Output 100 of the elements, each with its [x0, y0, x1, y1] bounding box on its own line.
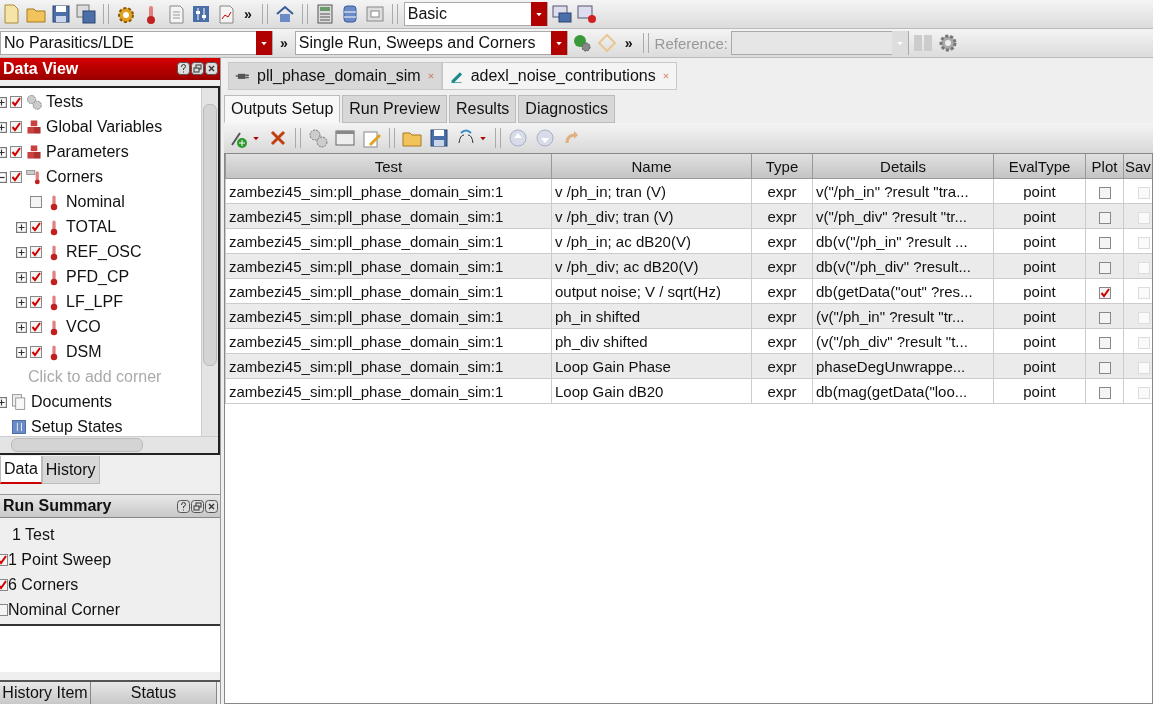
cubes-icon — [25, 143, 43, 162]
checkbox[interactable] — [10, 171, 22, 184]
table-cell: ph_div shifted — [551, 328, 752, 354]
table-cell: expr — [751, 178, 813, 204]
view-tab[interactable]: Outputs Setup — [224, 95, 341, 123]
close-icon[interactable] — [205, 499, 218, 513]
save-as-icon[interactable] — [75, 3, 97, 25]
tree-item[interactable]: DSM — [66, 343, 102, 362]
table-cell: (v("/ph_div" ?result "t... — [812, 328, 994, 354]
expand-icon[interactable] — [16, 346, 27, 358]
help-icon[interactable] — [177, 62, 190, 76]
column-header[interactable]: History Item — [0, 682, 91, 704]
tree-item[interactable]: Global Variables — [46, 118, 163, 137]
expand-icon[interactable] — [16, 246, 27, 258]
table-cell: zambezi45_sim:pll_phase_domain_sim:1 — [225, 178, 552, 204]
table-cell: db(v("/ph_div" ?result... — [812, 253, 994, 279]
checkbox[interactable] — [1098, 361, 1111, 374]
tree-item[interactable]: REF_OSC — [66, 243, 142, 262]
checkbox[interactable] — [30, 221, 42, 234]
checkbox[interactable] — [10, 96, 22, 109]
table-icon[interactable] — [334, 127, 356, 149]
mode-dropdown[interactable]: Basic — [403, 2, 548, 26]
documents-icon — [10, 393, 28, 412]
table-cell: v /ph_div; ac dB20(V) — [551, 253, 752, 279]
expand-icon[interactable] — [16, 296, 27, 308]
float-icon[interactable] — [191, 62, 204, 76]
column-header[interactable]: Type — [751, 154, 813, 179]
overflow-chevron[interactable]: » — [240, 6, 256, 22]
tree-item[interactable]: Parameters — [46, 143, 129, 162]
tree-item[interactable]: Corners — [46, 168, 103, 187]
view-tab[interactable]: Results — [449, 95, 517, 123]
checkbox[interactable] — [1098, 336, 1111, 349]
document-tab[interactable]: pll_phase_domain_sim — [228, 62, 442, 90]
panel-tab[interactable]: History — [41, 456, 100, 484]
checkbox[interactable] — [30, 246, 42, 259]
vertical-scrollbar[interactable] — [201, 87, 218, 437]
overflow-chevron[interactable]: » — [276, 35, 292, 51]
expand-icon[interactable] — [16, 221, 27, 233]
summary-item: 1 Point Sweep — [8, 550, 112, 569]
checkbox[interactable] — [1098, 311, 1111, 324]
column-header[interactable]: Test — [225, 154, 552, 179]
checkbox[interactable] — [1098, 261, 1111, 274]
checkbox[interactable] — [30, 196, 42, 209]
checkbox[interactable] — [30, 346, 42, 359]
parasitics-dropdown[interactable]: No Parasitics/LDE — [0, 31, 273, 55]
view-tab[interactable]: Diagnostics — [518, 95, 616, 123]
table-cell: phaseDegUnwrappe... — [812, 353, 994, 379]
expand-icon[interactable] — [16, 321, 27, 333]
checkbox[interactable] — [30, 271, 42, 284]
checkbox[interactable] — [0, 578, 8, 591]
checkbox[interactable] — [30, 321, 42, 334]
column-header[interactable]: Details — [812, 154, 994, 179]
checkbox[interactable] — [30, 296, 42, 309]
run-mode-dropdown[interactable]: Single Run, Sweeps and Corners — [294, 31, 568, 55]
column-header[interactable]: EvalType — [993, 154, 1086, 179]
sliders-icon[interactable] — [190, 3, 212, 25]
tree-item[interactable]: Setup States — [31, 418, 123, 437]
float-icon[interactable] — [191, 499, 204, 513]
table-cell: zambezi45_sim:pll_phase_domain_sim:1 — [225, 228, 552, 254]
column-header[interactable]: Status — [91, 682, 217, 704]
column-header[interactable]: Name — [551, 154, 752, 179]
checkbox[interactable] — [0, 553, 8, 566]
table-cell: v("/ph_in" ?result "tra... — [812, 178, 994, 204]
overflow-chevron[interactable]: » — [620, 35, 637, 51]
windows-icon[interactable] — [550, 3, 573, 25]
save-icon[interactable] — [428, 127, 450, 149]
table-cell: output noise; V / sqrt(Hz) — [551, 278, 752, 304]
horizontal-scrollbar[interactable] — [0, 436, 218, 454]
checkbox[interactable] — [1098, 286, 1111, 299]
gears-icon[interactable] — [307, 127, 329, 149]
checkbox[interactable] — [0, 603, 8, 616]
checkbox[interactable] — [10, 121, 22, 134]
tree-item[interactable]: Nominal — [66, 193, 125, 212]
tree-item[interactable]: Documents — [31, 393, 112, 412]
column-header[interactable]: Sav — [1123, 154, 1152, 179]
checkbox[interactable] — [1098, 211, 1111, 224]
checkbox[interactable] — [1098, 236, 1111, 249]
table-cell: point — [993, 203, 1086, 229]
tree-item[interactable]: PFD_CP — [66, 268, 130, 287]
checkbox[interactable] — [1098, 386, 1111, 399]
table-cell: v /ph_in; tran (V) — [551, 178, 752, 204]
table-cell: expr — [751, 228, 813, 254]
table-cell: Loop Gain Phase — [551, 353, 752, 379]
tree-item[interactable]: TOTAL — [66, 218, 117, 237]
tree-item[interactable]: Tests — [46, 93, 84, 112]
panel-tab[interactable]: Data — [0, 456, 42, 484]
save-icon[interactable] — [50, 3, 72, 25]
reference-label: Reference: — [654, 34, 728, 52]
tree-item[interactable]: LF_LPF — [66, 293, 123, 312]
close-icon[interactable] — [205, 62, 218, 76]
table-cell: ph_in shifted — [551, 303, 752, 329]
document-tab[interactable]: adexl_noise_contributions — [441, 62, 677, 90]
window-view-icon[interactable] — [575, 3, 598, 25]
help-icon[interactable] — [177, 499, 190, 513]
tree-item[interactable]: VCO — [66, 318, 101, 337]
view-tab[interactable]: Run Preview — [342, 95, 447, 123]
column-header[interactable]: Plot — [1085, 154, 1124, 179]
expand-icon[interactable] — [16, 271, 27, 283]
checkbox[interactable] — [10, 146, 22, 159]
checkbox[interactable] — [1098, 186, 1111, 199]
